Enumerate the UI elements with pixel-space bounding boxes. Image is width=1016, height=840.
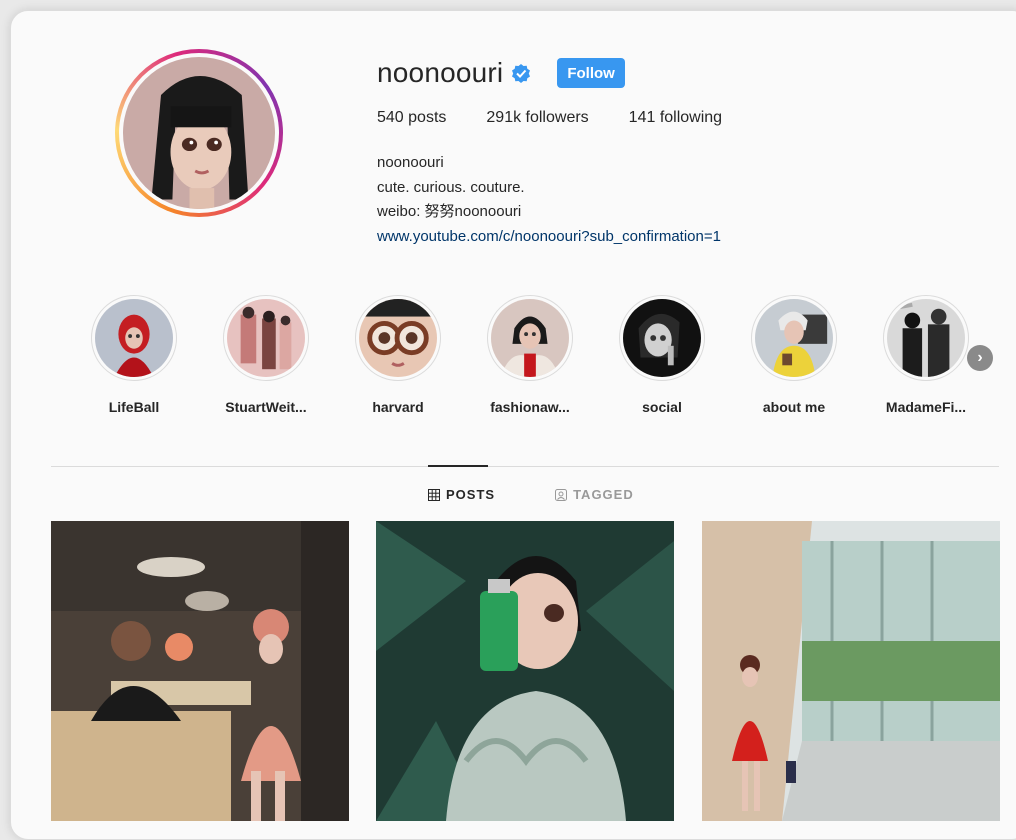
avatar-image xyxy=(123,57,275,209)
highlight-social[interactable]: social xyxy=(617,295,707,415)
chevron-right-icon[interactable]: › xyxy=(967,345,993,371)
highlight-stuartweit[interactable]: StuartWeit... xyxy=(221,295,311,415)
highlight-label: MadameFi... xyxy=(885,399,967,415)
highlight-thumbnail xyxy=(755,299,833,377)
highlight-about-me[interactable]: about me xyxy=(749,295,839,415)
grid-icon xyxy=(428,488,440,501)
post-image xyxy=(376,521,674,821)
bio-weibo: weibo: 努努noonoouri xyxy=(377,203,522,220)
profile-username: noonoouri xyxy=(377,57,504,88)
highlight-thumbnail xyxy=(227,299,305,377)
post-thumbnail[interactable] xyxy=(51,521,349,821)
following-count[interactable]: 141 following xyxy=(629,109,722,127)
highlight-label: harvard xyxy=(372,399,424,415)
tab-tagged-label: TAGGED xyxy=(573,487,634,502)
post-thumbnail[interactable] xyxy=(702,521,1000,821)
highlight-label: LifeBall xyxy=(108,399,160,415)
highlight-thumbnail xyxy=(95,299,173,377)
highlight-thumbnail xyxy=(887,299,965,377)
tab-posts[interactable]: POSTS xyxy=(428,487,495,502)
highlight-label: about me xyxy=(762,399,826,415)
bio-name: noonoouri xyxy=(377,154,444,171)
post-thumbnail[interactable] xyxy=(376,521,674,821)
highlight-madamefi[interactable]: MadameFi... xyxy=(881,295,971,415)
highlight-label: social xyxy=(642,399,682,415)
profile-bio: noonoouri cute. curious. couture. weibo:… xyxy=(377,151,721,249)
highlight-harvard[interactable]: harvard xyxy=(353,295,443,415)
bio-link[interactable]: www.youtube.com/c/noonoouri?sub_confirma… xyxy=(377,228,721,245)
highlight-thumbnail xyxy=(623,299,701,377)
highlight-thumbnail xyxy=(359,299,437,377)
browser-window: noonoouri Follow 540 posts 291k follower… xyxy=(10,10,1016,840)
post-image xyxy=(702,521,1000,821)
bio-tagline: cute. curious. couture. xyxy=(377,178,525,196)
posts-count: 540 posts xyxy=(377,109,447,126)
profile-tabs: POSTS TAGGED xyxy=(428,487,694,502)
highlight-label: StuartWeit... xyxy=(225,399,307,415)
follow-button[interactable]: Follow xyxy=(557,58,625,88)
highlight-fashionaw[interactable]: fashionaw... xyxy=(485,295,575,415)
highlight-label: fashionaw... xyxy=(490,399,570,415)
story-highlights: LifeBall StuartWeit... harvard fashionaw… xyxy=(89,295,1016,425)
divider xyxy=(51,466,999,467)
tab-posts-label: POSTS xyxy=(446,487,496,502)
profile-avatar[interactable] xyxy=(115,49,283,217)
followers-count[interactable]: 291k followers xyxy=(486,109,588,127)
tab-tagged[interactable]: TAGGED xyxy=(555,487,634,502)
highlight-lifeball[interactable]: LifeBall xyxy=(89,295,179,415)
active-tab-indicator xyxy=(428,465,488,467)
verified-badge-icon xyxy=(512,64,531,83)
highlight-thumbnail xyxy=(491,299,569,377)
tagged-person-icon xyxy=(555,488,568,501)
post-image xyxy=(51,521,349,821)
